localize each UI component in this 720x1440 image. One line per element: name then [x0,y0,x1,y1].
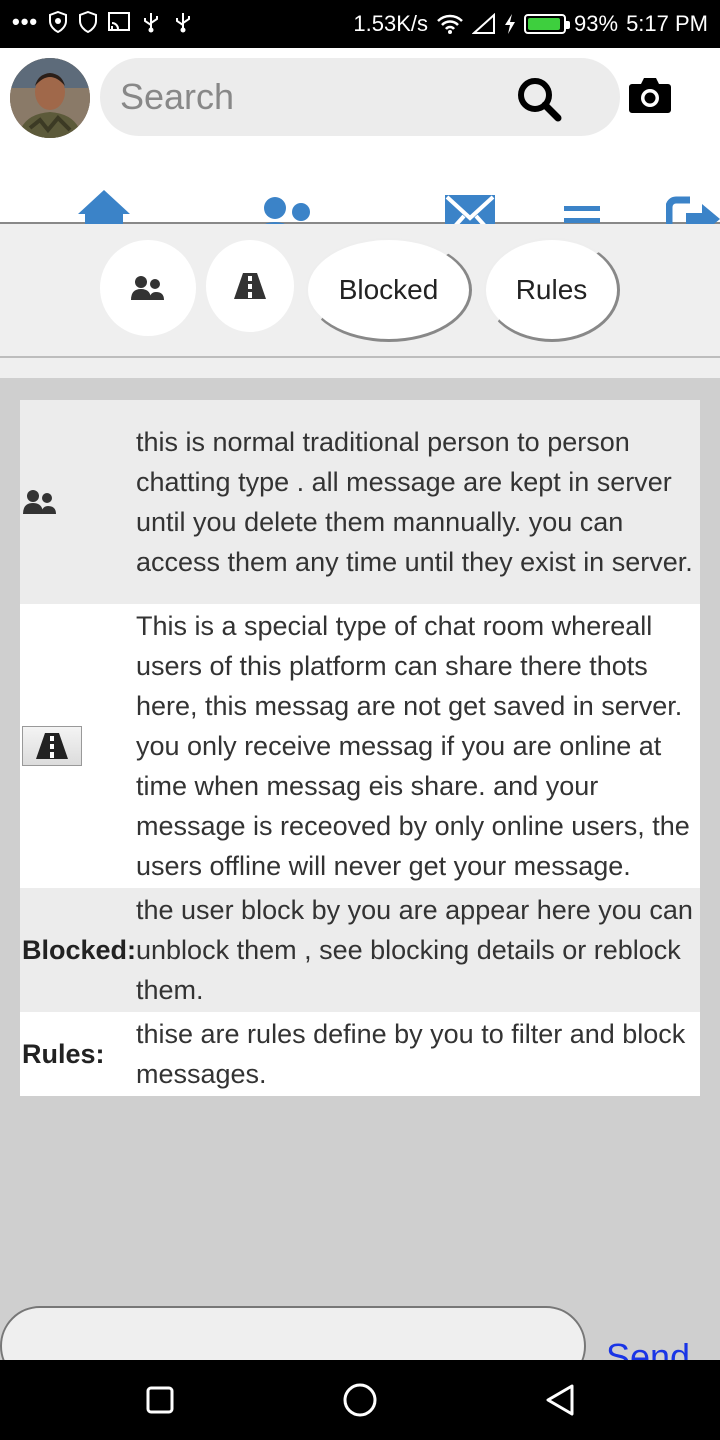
row-label-cell: Rules: [20,1039,136,1070]
status-left-icons: ••• [12,10,194,34]
row-description: thise are rules define by you to filter … [136,1019,686,1089]
shield-outline-icon [79,11,98,33]
row-label: Blocked: [22,934,137,965]
shield-icon [49,11,68,33]
battery-percent: 93% [574,11,619,36]
battery-tip [566,21,571,29]
contacts-icon [23,490,56,514]
battery-icon [524,14,571,34]
tab-road[interactable] [206,240,294,332]
search-icon[interactable] [516,76,562,122]
info-table: this is normal traditional person to per… [20,400,700,1096]
more-dots-icon: ••• [12,9,39,34]
row-icon-cell [20,726,136,766]
tab-strip: Blocked Rules [0,224,720,358]
home-button[interactable] [342,1380,378,1420]
road-icon [234,273,266,299]
row-description: this is normal traditional person to per… [136,427,693,577]
tab-blocked[interactable]: Blocked [306,238,472,342]
table-row: This is a special type of chat room wher… [20,604,700,888]
contacts-icon [131,276,164,300]
clock: 5:17 PM [626,11,708,36]
tab-separator [0,358,720,378]
back-button[interactable] [544,1380,576,1420]
signal-icon [472,13,496,34]
status-right: 1.53K/s 93% 5:17 PM [353,9,708,39]
cast-icon [108,12,131,31]
table-row: this is normal traditional person to per… [20,400,700,604]
row-description: the user block by you are appear here yo… [136,895,693,1005]
battery-fill [528,18,560,30]
usb-icon [144,13,159,33]
row-label: Rules: [22,1038,105,1069]
wifi-icon [437,14,463,34]
search-input[interactable] [120,70,500,124]
avatar[interactable] [10,58,90,138]
tab-contacts[interactable] [100,240,196,336]
row-icon-cell [20,489,136,515]
system-nav-bar [0,1360,720,1440]
row-description: This is a special type of chat room wher… [136,611,690,881]
status-bar: ••• 1.53K/s 93% 5:17 PM [0,0,720,48]
row-label-cell: Blocked: [20,935,136,966]
network-speed: 1.53K/s [353,11,429,36]
camera-icon[interactable] [628,76,672,114]
tab-rules[interactable]: Rules [484,238,620,342]
charging-bolt-icon [505,14,516,34]
app-header [0,48,720,242]
road-icon [22,726,82,766]
usb-icon [176,13,191,33]
recents-button[interactable] [146,1380,174,1420]
table-row: Rules: thise are rules define by you to … [20,1012,700,1096]
table-row: Blocked: the user block by you are appea… [20,888,700,1012]
